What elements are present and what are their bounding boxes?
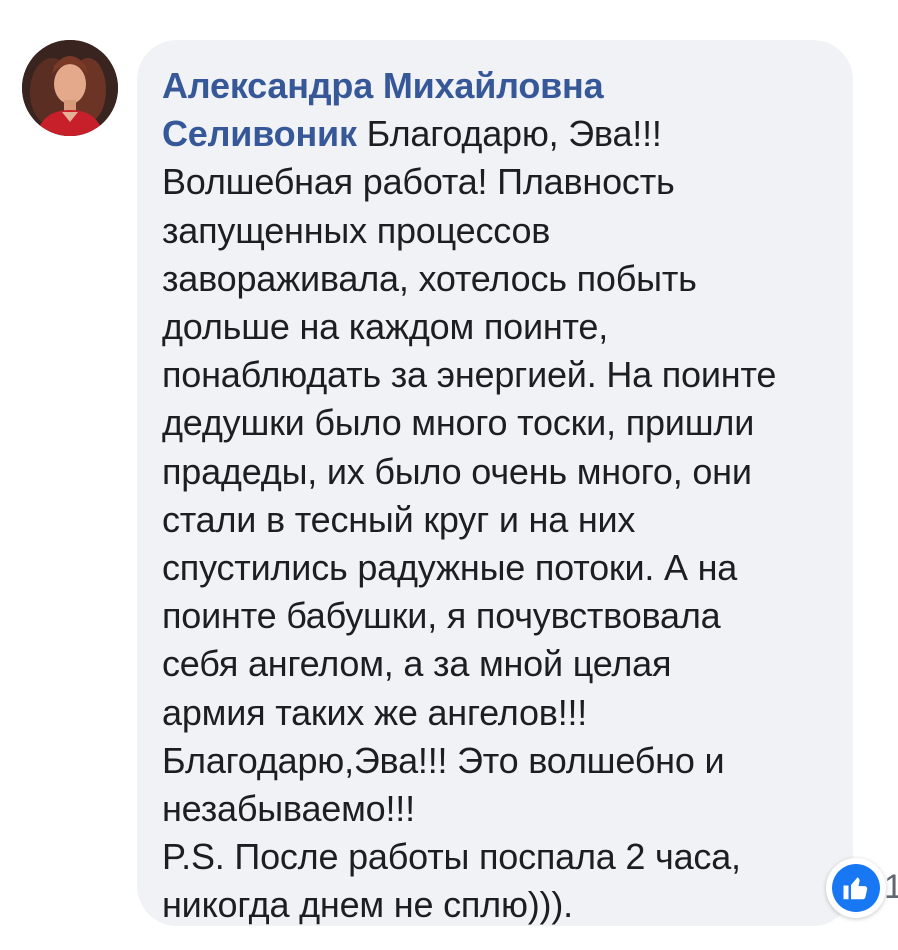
reactions-button[interactable]	[826, 858, 886, 918]
comment-text: запущенных процессов	[162, 209, 551, 251]
comment-text: поинте бабушки, я почувствовала	[162, 595, 721, 637]
comment-line: Александра Михайловна	[162, 62, 852, 110]
like-icon	[832, 864, 880, 912]
avatar-image	[22, 40, 118, 136]
comment-text: никогда днем не сплю))).	[162, 884, 573, 926]
comment-text: завораживала, хотелось побыть	[162, 257, 697, 299]
comment-text: стали в тесный круг и на них	[162, 498, 636, 540]
comment-text: армия таких же ангелов!!!	[162, 691, 588, 733]
comment-text: прадеды, их было очень много, они	[162, 450, 752, 492]
comment-text: себя ангелом, а за мной целая	[162, 643, 672, 685]
comment-body: Александра Михайловна Селивоник Благодар…	[162, 62, 852, 930]
comment-text: дольше на каждом поинте,	[162, 306, 609, 348]
avatar[interactable]	[22, 40, 118, 136]
comment-author-link[interactable]: Селивоник	[162, 113, 357, 154]
comment-text: Благодарю, Эва!!!	[366, 113, 662, 155]
comment-line: Селивоник Благодарю, Эва!!!	[162, 110, 852, 158]
comment-text: понаблюдать за энергией. На поинте	[162, 354, 777, 396]
comment-text: незабываемо!!!	[162, 788, 415, 830]
comment-text: Волшебная работа! Плавность	[162, 161, 675, 203]
comment-text: Благодарю,Эва!!! Это волшебно и	[162, 739, 725, 781]
comment-text: P.S. После работы поспала 2 часа,	[162, 836, 741, 878]
reaction-count: 1	[884, 868, 898, 906]
comment-text: дедушки было много тоски, пришли	[162, 402, 755, 444]
comment-author-link[interactable]: Александра Михайловна	[162, 65, 604, 106]
comment-text: спустились радужные потоки. А на	[162, 547, 738, 589]
